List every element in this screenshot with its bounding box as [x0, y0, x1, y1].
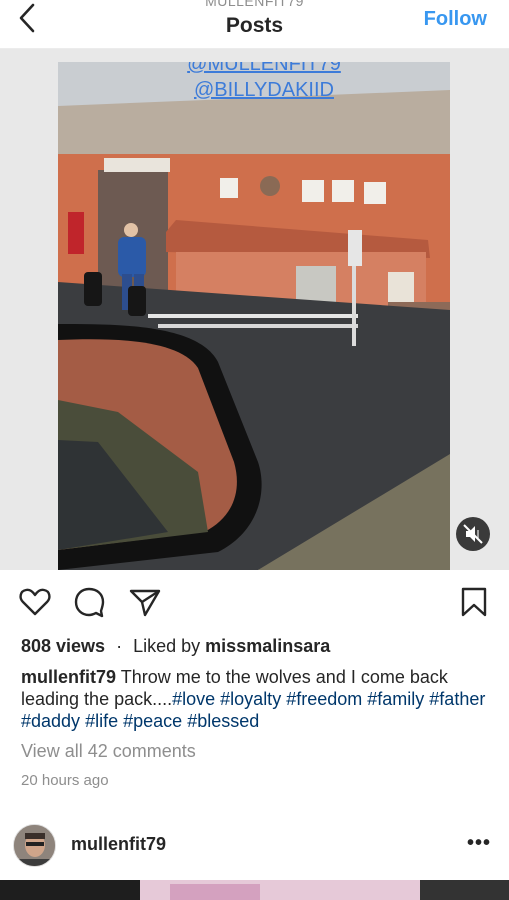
hashtag-link[interactable]: #freedom: [286, 689, 362, 709]
video-scene: [58, 62, 450, 570]
caption-username[interactable]: mullenfit79: [21, 667, 116, 687]
post-media[interactable]: @MULLENFIT79 @BILLYDAKIID: [0, 49, 509, 570]
follow-button[interactable]: Follow: [424, 8, 487, 31]
liked-by-user[interactable]: missmalinsara: [205, 636, 330, 656]
top-bar: MULLENFIT79 Posts Follow: [0, 0, 509, 48]
video-overlay-tag: @BILLYDAKIID: [194, 79, 334, 101]
hashtag-link[interactable]: #life: [85, 711, 118, 731]
stats-separator: ·: [116, 636, 123, 656]
hashtag-link[interactable]: #blessed: [187, 711, 259, 731]
hashtag-link[interactable]: #loyalty: [220, 689, 281, 709]
hashtag-link[interactable]: #love: [172, 689, 215, 709]
comment-button[interactable]: [73, 585, 107, 619]
mute-button[interactable]: [456, 517, 490, 551]
share-icon: [129, 589, 161, 617]
like-button[interactable]: [18, 585, 52, 619]
next-post-preview: [0, 880, 509, 900]
avatar-image: [14, 825, 55, 866]
heart-icon: [19, 588, 51, 616]
post-caption: mullenfit79 Throw me to the wolves and I…: [21, 666, 491, 732]
next-post-media[interactable]: [0, 880, 509, 900]
avatar[interactable]: [13, 824, 56, 867]
post-timestamp: 20 hours ago: [21, 772, 109, 789]
hashtag-link[interactable]: #daddy: [21, 711, 80, 731]
hashtag-link[interactable]: #peace: [123, 711, 182, 731]
more-options-button[interactable]: •••: [467, 832, 491, 855]
view-comments-link[interactable]: View all 42 comments: [21, 741, 196, 762]
video-overlay-tag: @MULLENFIT79: [187, 62, 341, 75]
post-stats: 808 views · Liked by missmalinsara: [21, 636, 330, 657]
next-post-username[interactable]: mullenfit79: [71, 834, 166, 855]
comment-icon: [74, 587, 105, 618]
hashtag-link[interactable]: #family: [367, 689, 424, 709]
speaker-muted-icon: [463, 524, 483, 544]
save-button[interactable]: [457, 585, 491, 619]
view-count[interactable]: 808 views: [21, 636, 105, 656]
bookmark-icon: [461, 587, 487, 617]
video-frame[interactable]: @MULLENFIT79 @BILLYDAKIID: [58, 62, 450, 570]
hashtag-link[interactable]: #father: [429, 689, 485, 709]
post-actions: [0, 585, 509, 621]
share-button[interactable]: [128, 585, 162, 619]
liked-by-prefix: Liked by: [133, 636, 201, 656]
